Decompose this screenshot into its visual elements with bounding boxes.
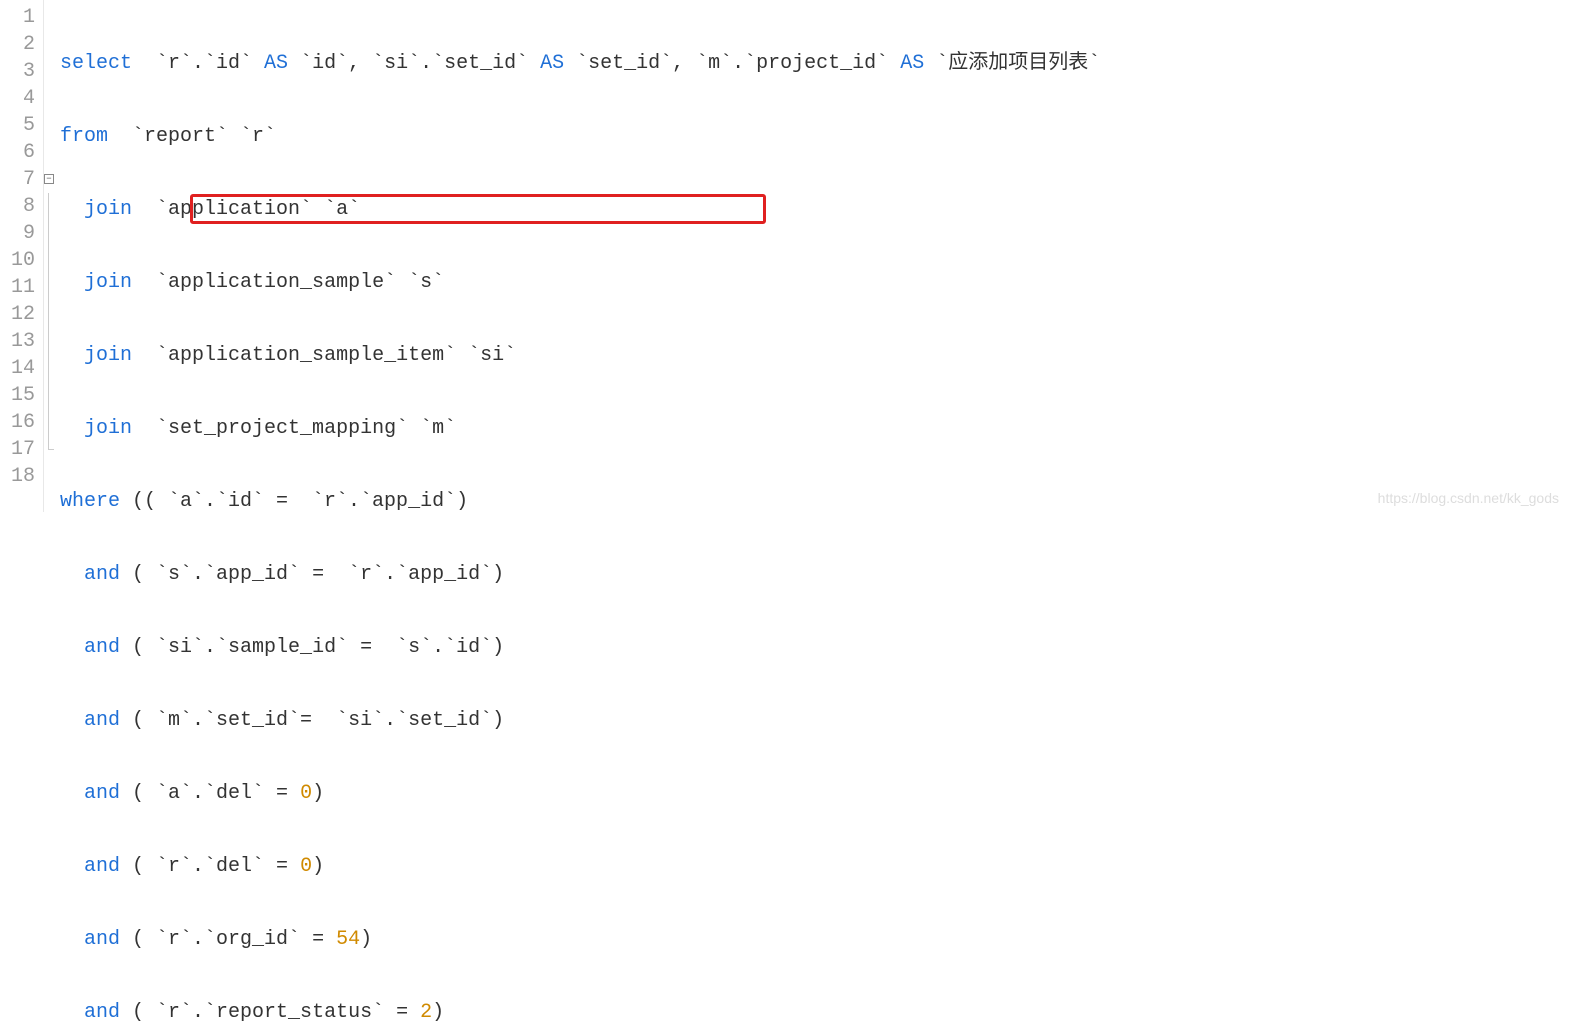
- code-line: join `application` `a`: [60, 196, 1569, 223]
- fold-column: −: [44, 0, 58, 512]
- code-line: and ( `r`.`report_status` = 2): [60, 999, 1569, 1024]
- code-line: join `application_sample_item` `si`: [60, 342, 1569, 369]
- line-number: 9: [4, 220, 35, 247]
- code-line: and ( `s`.`app_id` = `r`.`app_id`): [60, 561, 1569, 588]
- line-number: 14: [4, 355, 35, 382]
- line-number: 18: [4, 463, 35, 490]
- line-number: 3: [4, 58, 35, 85]
- code-line: where (( `a`.`id` = `r`.`app_id`): [60, 488, 1569, 515]
- line-number: 13: [4, 328, 35, 355]
- line-number: 15: [4, 382, 35, 409]
- fold-toggle-icon[interactable]: −: [44, 174, 54, 184]
- code-line: and ( `r`.`org_id` = 54): [60, 926, 1569, 953]
- code-line: join `application_sample` `s`: [60, 269, 1569, 296]
- code-line: select `r`.`id` AS `id`, `si`.`set_id` A…: [60, 50, 1569, 77]
- line-number: 11: [4, 274, 35, 301]
- code-line: from `report` `r`: [60, 123, 1569, 150]
- code-line: and ( `a`.`del` = 0): [60, 780, 1569, 807]
- line-number-gutter: 1 2 3 4 5 6 7 8 9 10 11 12 13 14 15 16 1…: [0, 0, 44, 512]
- line-number: 4: [4, 85, 35, 112]
- line-number: 12: [4, 301, 35, 328]
- code-editor[interactable]: select `r`.`id` AS `id`, `si`.`set_id` A…: [58, 0, 1569, 512]
- line-number: 17: [4, 436, 35, 463]
- line-number: 7: [4, 166, 35, 193]
- line-number: 10: [4, 247, 35, 274]
- line-number: 16: [4, 409, 35, 436]
- line-number: 6: [4, 139, 35, 166]
- line-number: 2: [4, 31, 35, 58]
- line-number: 1: [4, 4, 35, 31]
- code-line: and ( `r`.`del` = 0): [60, 853, 1569, 880]
- code-line: and ( `si`.`sample_id` = `s`.`id`): [60, 634, 1569, 661]
- watermark: https://blog.csdn.net/kk_gods: [1378, 490, 1559, 506]
- line-number: 8: [4, 193, 35, 220]
- code-line: and ( `m`.`set_id`= `si`.`set_id`): [60, 707, 1569, 734]
- code-line: join `set_project_mapping` `m`: [60, 415, 1569, 442]
- line-number: 5: [4, 112, 35, 139]
